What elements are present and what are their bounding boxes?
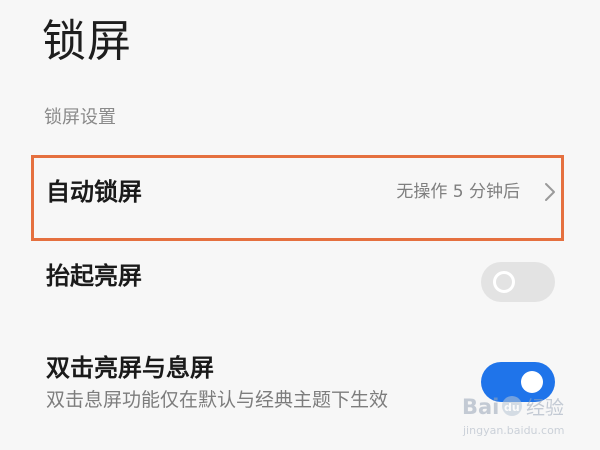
section-header-lock-settings: 锁屏设置 bbox=[44, 107, 116, 128]
watermark-url: jingyan.baidu.com bbox=[462, 424, 565, 437]
lock-screen-settings: 锁屏 锁屏设置 自动锁屏 无操作 5 分钟后 抬起亮屏 双击亮屏与息屏 双击息屏… bbox=[0, 0, 600, 450]
page-title: 锁屏 bbox=[42, 16, 132, 67]
auto-lock-value: 无操作 5 分钟后 bbox=[396, 182, 520, 202]
raise-to-wake-row: 抬起亮屏 bbox=[0, 252, 600, 302]
auto-lock-title: 自动锁屏 bbox=[46, 178, 142, 206]
toggle-knob bbox=[493, 271, 515, 293]
watermark-suffix: 经验 bbox=[526, 397, 564, 419]
watermark-brand: Bai bbox=[462, 395, 499, 419]
double-tap-subtitle: 双击息屏功能仅在默认与经典主题下生效 bbox=[46, 389, 389, 411]
raise-to-wake-title: 抬起亮屏 bbox=[46, 262, 142, 290]
watermark-paw: du bbox=[504, 401, 520, 414]
baidu-watermark: Bai du 经验 jingyan.baidu.com bbox=[462, 395, 565, 437]
raise-to-wake-toggle[interactable] bbox=[481, 262, 555, 302]
toggle-knob bbox=[521, 371, 543, 393]
auto-lock-row[interactable]: 自动锁屏 无操作 5 分钟后 bbox=[0, 155, 600, 239]
chevron-right-icon bbox=[545, 183, 555, 201]
double-tap-title: 双击亮屏与息屏 bbox=[46, 354, 214, 382]
